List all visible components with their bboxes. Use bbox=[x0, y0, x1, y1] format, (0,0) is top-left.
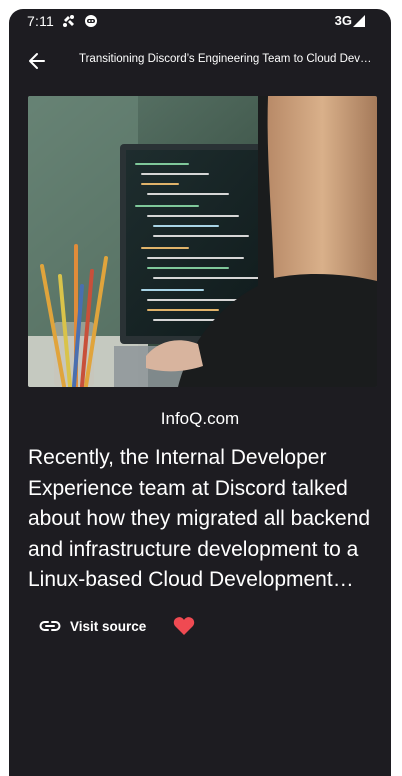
notification-icon bbox=[62, 14, 76, 33]
visit-source-button[interactable]: Visit source bbox=[39, 619, 146, 634]
article-actions: Visit source bbox=[39, 612, 195, 640]
arrow-back-icon bbox=[29, 53, 45, 69]
article-image bbox=[28, 96, 377, 387]
app-bar: Transitioning Discord’s Engineering Team… bbox=[9, 39, 391, 83]
article-description: Recently, the Internal Developer Experie… bbox=[28, 446, 371, 591]
app-screen: 7:11 3G Transitioning Discord’s Engineer… bbox=[9, 9, 391, 776]
link-icon bbox=[39, 621, 61, 631]
app-notification-icon bbox=[84, 14, 98, 33]
page-title: Transitioning Discord’s Engineering Team… bbox=[79, 53, 377, 65]
heart-icon bbox=[174, 617, 195, 635]
visit-source-label: Visit source bbox=[70, 618, 147, 634]
status-time: 7:11 bbox=[27, 13, 55, 29]
back-button[interactable] bbox=[23, 47, 51, 75]
article-source: InfoQ.com bbox=[160, 409, 240, 428]
network-type: 3G bbox=[334, 13, 352, 28]
favorite-button[interactable] bbox=[173, 616, 195, 636]
signal-icon bbox=[353, 14, 365, 32]
status-bar: 7:11 3G bbox=[9, 9, 391, 35]
